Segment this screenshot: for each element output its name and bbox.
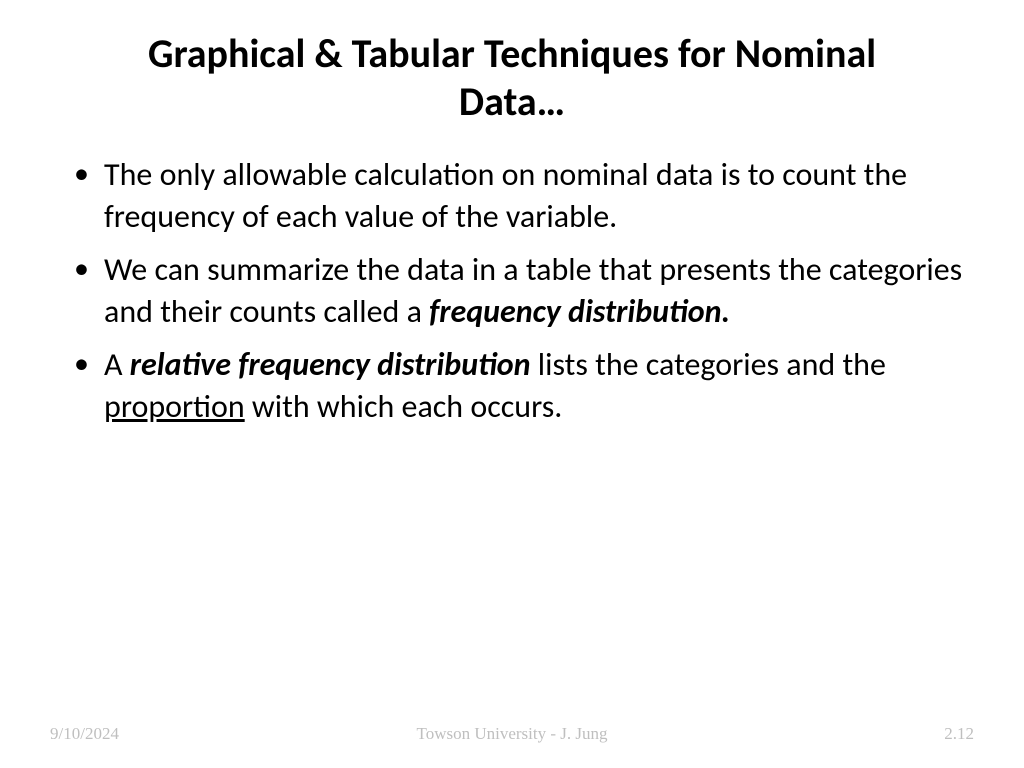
bullet-item: A relative frequency distribution lists … (60, 344, 964, 427)
slide-content: The only allowable calculation on nomina… (60, 154, 964, 728)
bullet-text-bold: frequency distribution. (429, 292, 730, 331)
footer-author: Towson University - J. Jung (416, 724, 607, 744)
bullet-item: We can summarize the data in a table tha… (60, 249, 964, 332)
bullet-text: lists the categories and the (531, 345, 886, 384)
footer-page-number: 2.12 (944, 724, 974, 744)
bullet-text: A (104, 345, 130, 384)
bullet-text: The only allowable calculation on nomina… (104, 155, 907, 236)
slide-footer: 9/10/2024 Towson University - J. Jung 2.… (0, 724, 1024, 744)
bullet-text: with which each occurs. (245, 387, 563, 426)
slide-title: Graphical & Tabular Techniques for Nomin… (60, 30, 964, 126)
bullet-list: The only allowable calculation on nomina… (60, 154, 964, 428)
bullet-item: The only allowable calculation on nomina… (60, 154, 964, 237)
bullet-text-underline: proportion (104, 387, 245, 426)
slide-container: Graphical & Tabular Techniques for Nomin… (0, 0, 1024, 768)
bullet-text-bold: relative frequency distribution (130, 345, 531, 384)
footer-date: 9/10/2024 (50, 724, 119, 744)
